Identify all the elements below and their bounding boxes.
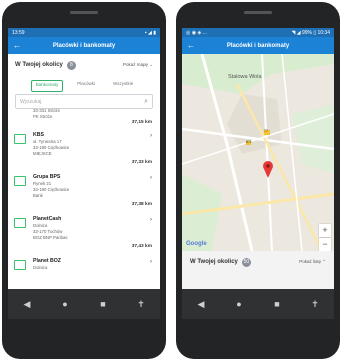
page-title: Placówki i bankomaty (52, 42, 116, 49)
nav-home-icon[interactable]: ● (229, 299, 249, 309)
show-map-toggle[interactable]: Pokaż mapę ⌄ (123, 62, 153, 68)
zoom-in-button[interactable]: + (319, 224, 331, 237)
item-line: MIEJSCE (33, 151, 52, 156)
nav-home-icon[interactable]: ● (55, 299, 75, 309)
speaker (244, 11, 272, 14)
left-phone: 13:59 ▪ ◢ ▮ ← Placówki i bankomaty W Two… (2, 2, 166, 359)
item-name: Grupa BPS (33, 174, 61, 180)
map-view[interactable]: Stalowa Wola 871 77 + − Google (182, 54, 334, 251)
chevron-right-icon: › (150, 175, 152, 181)
nearby-header: W Twojej okolicy 8 Pokaż mapę ⌄ (8, 54, 160, 76)
nav-extra-icon[interactable]: ✝ (131, 299, 151, 309)
item-line: Bank (33, 193, 43, 198)
zoom-out-button[interactable]: − (319, 238, 331, 251)
speaker (70, 11, 98, 14)
nav-extra-icon[interactable]: ✝ (305, 299, 325, 309)
status-icons-left: ◎ ◉ ◈ ... (186, 29, 207, 36)
nearby-title: W Twojej okolicy (15, 62, 63, 68)
count-badge: 50 (241, 257, 251, 267)
nav-recents-icon[interactable]: ■ (93, 299, 113, 309)
item-name: KBS (33, 132, 44, 138)
show-list-toggle[interactable]: Pokaż listę ⌃ (299, 259, 326, 265)
search-input[interactable]: Wyszukaj ⌕ (15, 94, 153, 109)
status-icons: ▪ ◢ ▮ (144, 29, 156, 36)
back-arrow-icon[interactable]: ← (13, 41, 29, 50)
status-time: 13:59 (12, 29, 25, 36)
item-line: BOZ BNP Paribas (33, 235, 68, 240)
chevron-right-icon: › (150, 259, 152, 265)
app-bar: ← Placówki i bankomaty (8, 37, 160, 54)
item-distance: 37,15 km (131, 120, 152, 125)
list-item[interactable]: KBS ul. Tyniecka 17 33-190 Ciężkowice MI… (8, 132, 160, 166)
location-list: 33-331 Stróże PK Stróże 37,15 km KBS ul.… (8, 108, 160, 278)
item-distance: 37,33 km (131, 160, 152, 165)
item-line: Dolnica (33, 265, 48, 270)
atm-icon (14, 176, 26, 186)
back-arrow-icon[interactable]: ← (187, 41, 203, 50)
nav-back-icon[interactable]: ◀ (191, 299, 211, 309)
item-body: Planet BOZ Dolnica (33, 258, 154, 278)
android-nav-bar: ◀ ● ■ ✝ (8, 289, 160, 319)
list-screen: 13:59 ▪ ◢ ▮ ← Placówki i bankomaty W Two… (8, 28, 160, 319)
status-bar: ◎ ◉ ◈ ... ◥ ◢ 99% ▯ 10:34 (182, 28, 334, 37)
app-bar: ← Placówki i bankomaty (182, 37, 334, 54)
list-item[interactable]: 33-331 Stróże PK Stróże 37,15 km (8, 108, 160, 126)
nav-recents-icon[interactable]: ■ (267, 299, 287, 309)
item-distance: 37,43 km (131, 244, 152, 249)
filter-branches[interactable]: Placówki (73, 80, 99, 92)
list-item[interactable]: PlanetCash Dolnica 33-170 Tuchów BOZ BNP… (8, 216, 160, 250)
atm-icon (14, 260, 26, 270)
right-phone: ◎ ◉ ◈ ... ◥ ◢ 99% ▯ 10:34 ← Placówki i b… (176, 2, 340, 359)
search-icon[interactable]: ⌕ (144, 98, 148, 106)
item-name: PlanetCash (33, 216, 62, 222)
list-item-spacer (14, 108, 26, 126)
road-label: 871 (246, 140, 252, 144)
chevron-right-icon: › (150, 133, 152, 139)
map-screen: ◎ ◉ ◈ ... ◥ ◢ 99% ▯ 10:34 ← Placówki i b… (182, 28, 334, 319)
nearby-title: W Twojej okolicy (190, 259, 238, 265)
count-badge: 8 (66, 60, 76, 70)
google-logo: Google (186, 241, 207, 247)
status-bar: 13:59 ▪ ◢ ▮ (8, 28, 160, 37)
nearby-header: W Twojej okolicy 50 Pokaż listę ⌃ (182, 251, 334, 273)
list-item[interactable]: Grupa BPS Rynek 21 33-190 Ciężkowice Ban… (8, 174, 160, 208)
map-tiles (182, 54, 334, 251)
list-item[interactable]: Planet BOZ Dolnica › (8, 258, 160, 278)
atm-icon (14, 218, 26, 228)
road-label: 77 (264, 129, 268, 133)
filter-chips: Bankomaty Placówki Wszystkie (8, 76, 160, 92)
filter-atms[interactable]: Bankomaty (30, 80, 64, 92)
filter-all[interactable]: Wszystkie (109, 80, 137, 92)
atm-icon (14, 134, 26, 144)
item-name: Planet BOZ (33, 258, 61, 264)
page-title: Placówki i bankomaty (226, 42, 290, 49)
nav-back-icon[interactable]: ◀ (17, 299, 37, 309)
search-placeholder: Wyszukaj (20, 98, 42, 105)
chevron-right-icon: › (150, 217, 152, 223)
android-nav-bar: ◀ ● ■ ✝ (182, 289, 334, 319)
status-icons-right: ◥ ◢ 99% ▯ 10:34 (291, 29, 330, 36)
item-distance: 37,38 km (131, 202, 152, 207)
map-city-label: Stalowa Wola (228, 74, 262, 80)
